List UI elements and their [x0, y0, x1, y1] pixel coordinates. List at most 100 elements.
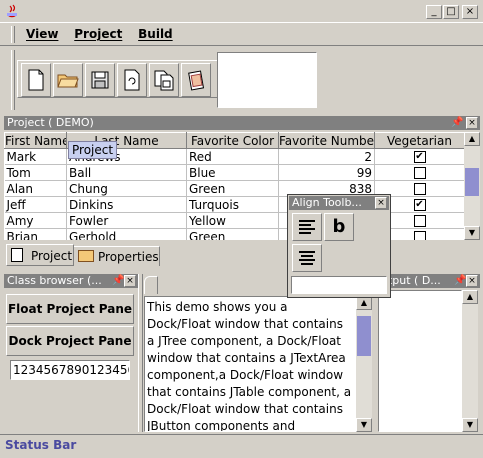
cell-last-name[interactable]: Dinkins: [66, 196, 187, 213]
tab-properties[interactable]: Properties: [74, 246, 160, 266]
class-browser-close-button[interactable]: ×: [124, 275, 136, 287]
bottom-tabs: Project Properties: [4, 244, 480, 266]
copy-file-button[interactable]: [117, 63, 147, 97]
clipboard-button[interactable]: [181, 63, 211, 97]
align-toolbar-close-button[interactable]: ×: [375, 197, 387, 209]
cell-favorite-color[interactable]: Green: [186, 228, 279, 240]
cell-last-name[interactable]: Chung: [66, 180, 187, 197]
bold-button[interactable]: b: [324, 213, 354, 241]
align-toolbar-window: Align Toolb... × b: [287, 194, 391, 298]
project-table-scrollbar[interactable]: ▲ ▼: [464, 132, 480, 240]
output-scrollbar[interactable]: ▲ ▼: [462, 290, 478, 432]
document-icon: [11, 248, 23, 262]
text-area-scrollbar[interactable]: ▲ ▼: [356, 296, 372, 432]
table-row[interactable]: Brian Gerhold Green: [4, 228, 464, 240]
menu-bar: View Project Build: [0, 22, 483, 46]
text-area[interactable]: This demo shows you a Dock/Float window …: [144, 296, 356, 432]
align-toolbar-field[interactable]: [291, 276, 387, 294]
menu-build[interactable]: Build: [132, 27, 179, 41]
vegetarian-checkbox[interactable]: [413, 215, 426, 227]
app-icon: [4, 3, 20, 19]
align-left-icon: [299, 220, 315, 234]
status-bar-text: Status Bar: [5, 438, 77, 452]
text-area-tab[interactable]: [144, 276, 158, 294]
pin-icon[interactable]: 📌: [454, 276, 466, 286]
tab-project[interactable]: Project: [6, 244, 74, 266]
vegetarian-checkbox[interactable]: [413, 167, 426, 179]
vegetarian-checkbox[interactable]: ✔: [413, 151, 426, 163]
output-area[interactable]: [378, 290, 462, 432]
vegetarian-checkbox[interactable]: [413, 231, 426, 240]
cell-first-name[interactable]: Mark: [4, 148, 67, 165]
open-folder-icon: [57, 74, 79, 88]
minimize-button[interactable]: _: [426, 5, 442, 19]
cell-favorite-color[interactable]: Blue: [186, 164, 279, 181]
new-file-icon: [28, 69, 44, 91]
menu-view[interactable]: View: [20, 27, 64, 41]
output-panel-close-button[interactable]: ×: [466, 275, 478, 287]
close-button[interactable]: ×: [462, 5, 478, 19]
table-row[interactable]: Jeff Dinkins Turquois ✔: [4, 196, 464, 213]
scroll-down-button[interactable]: ▼: [462, 418, 478, 432]
scroll-thumb[interactable]: [465, 168, 479, 196]
cell-favorite-color[interactable]: Yellow: [186, 212, 279, 229]
scroll-up-button[interactable]: ▲: [464, 132, 480, 146]
project-tooltip: Project: [68, 141, 118, 159]
scroll-down-button[interactable]: ▼: [464, 226, 480, 240]
toolbar: [0, 47, 483, 115]
align-center-button[interactable]: [292, 244, 322, 272]
class-browser-text-field[interactable]: 12345678901234567: [10, 360, 130, 380]
align-toolbar-title: Align Toolb...: [289, 196, 389, 210]
column-header-favorite-number[interactable]: Favorite Number: [278, 132, 375, 149]
table-row[interactable]: Alan Chung Green 838: [4, 180, 464, 197]
documents-button[interactable]: [149, 63, 179, 97]
cell-favorite-number[interactable]: 99: [278, 164, 375, 181]
vegetarian-checkbox[interactable]: ✔: [413, 199, 426, 211]
cell-favorite-color[interactable]: Green: [186, 180, 279, 197]
scroll-up-button[interactable]: ▲: [356, 296, 372, 310]
cell-first-name[interactable]: Tom: [4, 164, 67, 181]
project-panel: Project ( DEMO) 📌 × First Name Last Name…: [4, 116, 480, 242]
scroll-up-button[interactable]: ▲: [462, 290, 478, 304]
file-refresh-icon: [124, 69, 140, 91]
clipboard-icon: [188, 70, 205, 91]
pin-icon[interactable]: 📌: [112, 276, 124, 286]
class-browser-panel: Class browser (... 📌 × Float Project Pan…: [4, 274, 138, 432]
cell-favorite-color[interactable]: Red: [186, 148, 279, 165]
table-row[interactable]: Amy Fowler Yellow: [4, 212, 464, 229]
scroll-down-button[interactable]: ▼: [356, 418, 372, 432]
dock-project-pane-button[interactable]: Dock Project Pane: [6, 326, 134, 356]
menu-project[interactable]: Project: [68, 27, 128, 41]
output-panel: utput ( D... 📌 × ▲ ▼: [378, 274, 480, 432]
cell-first-name[interactable]: Brian: [4, 228, 67, 240]
align-center-icon: [299, 251, 315, 265]
cell-favorite-color[interactable]: Turquois: [186, 196, 279, 213]
cell-last-name[interactable]: Gerhold: [66, 228, 187, 240]
maximize-button[interactable]: □: [443, 5, 459, 19]
project-panel-close-button[interactable]: ×: [466, 117, 478, 129]
cell-last-name[interactable]: Fowler: [66, 212, 187, 229]
column-header-vegetarian[interactable]: Vegetarian: [374, 132, 464, 149]
cell-vegetarian: [374, 164, 464, 181]
table-row[interactable]: Tom Ball Blue 99: [4, 164, 464, 181]
project-panel-title: Project ( DEMO): [4, 116, 480, 130]
pin-icon[interactable]: 📌: [451, 118, 463, 128]
scroll-thumb[interactable]: [357, 316, 371, 356]
column-header-favorite-color[interactable]: Favorite Color: [186, 132, 279, 149]
column-header-first-name[interactable]: First Name: [4, 132, 67, 149]
cell-favorite-number[interactable]: 2: [278, 148, 375, 165]
align-left-button[interactable]: [292, 213, 322, 241]
status-bar: Status Bar: [0, 434, 483, 458]
title-bar: _ □ ×: [0, 0, 483, 22]
cell-last-name[interactable]: Ball: [66, 164, 187, 181]
new-file-button[interactable]: [21, 63, 51, 97]
cell-first-name[interactable]: Jeff: [4, 196, 67, 213]
save-button[interactable]: [85, 63, 115, 97]
float-project-pane-button[interactable]: Float Project Pane: [6, 294, 134, 324]
vegetarian-checkbox[interactable]: [413, 183, 426, 195]
open-folder-button[interactable]: [53, 63, 83, 97]
cell-first-name[interactable]: Alan: [4, 180, 67, 197]
toolbar-grip: [11, 50, 15, 110]
cell-first-name[interactable]: Amy: [4, 212, 67, 229]
splitter-divider[interactable]: [138, 274, 143, 432]
